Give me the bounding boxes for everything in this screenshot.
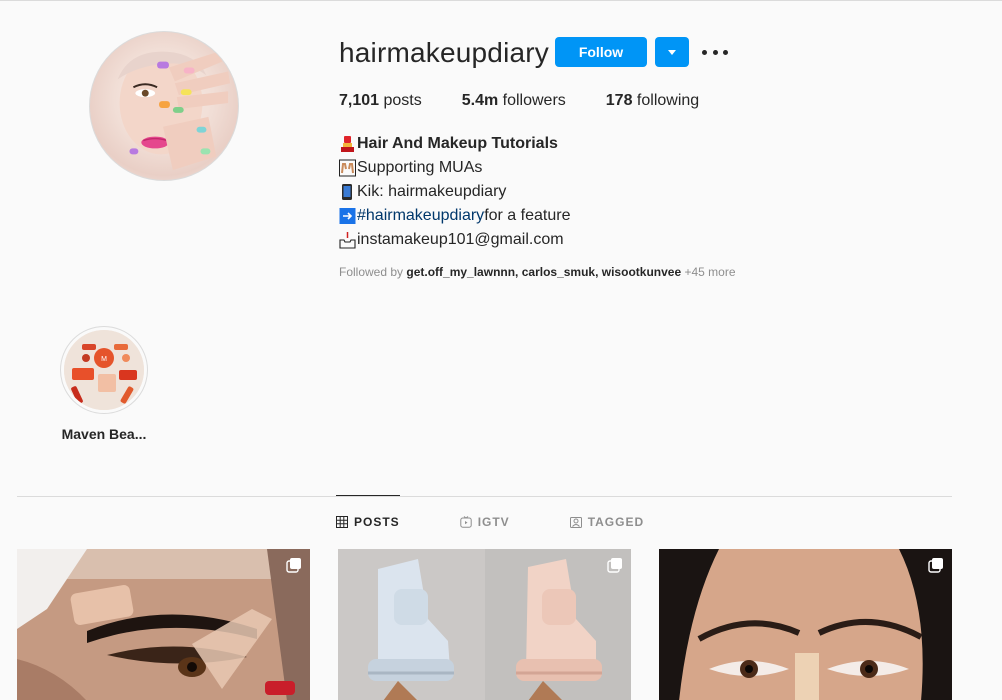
tagged-icon [569,516,582,528]
igtv-icon [459,516,472,528]
right-arrow-emoji-icon [339,207,356,225]
profile-username: hairmakeupdiary [339,37,549,68]
bio-name: Hair And Makeup Tutorials [357,135,558,152]
highlight-ring: M [60,326,148,414]
post-image [659,549,952,700]
carousel-icon [286,557,302,573]
followers-link[interactable]: 5.4m followers [462,92,566,110]
svg-text:M: M [101,356,107,363]
hashtag-link[interactable]: #hairmakeupdiary [357,204,484,228]
highlight-label: Maven Bea... [61,426,147,442]
bio-line-feature: for a feature [484,207,571,224]
posts-count: 7,101 posts [339,92,422,109]
suggested-accounts-dropdown-button[interactable] [655,37,689,67]
bio-line-kik: Kik: hairmakeupdiary [357,183,507,200]
carousel-icon [928,557,944,573]
followed-by-names[interactable]: get.off_my_lawnnn, carlos_smuk, wisootku… [406,265,681,279]
profile-avatar[interactable] [89,31,239,181]
post-thumbnail[interactable] [659,549,952,700]
post-image [338,549,631,700]
mobile-phone-emoji-icon [339,183,356,201]
profile-photo [117,51,231,171]
highlight-cover-image: M [64,330,144,410]
post-thumbnail[interactable] [17,549,310,700]
caret-down-icon [668,49,676,55]
raising-hands-emoji-icon [339,159,356,177]
followed-by-text[interactable]: Followed by get.off_my_lawnnn, carlos_sm… [339,265,736,279]
tab-igtv[interactable]: IGTV [459,496,510,548]
more-options-icon[interactable] [702,41,728,63]
follow-button[interactable]: Follow [555,37,647,67]
bio-line-supporting: Supporting MUAs [357,159,483,176]
following-link[interactable]: 178 following [606,92,699,110]
bio-email: instamakeup101@gmail.com [357,231,564,248]
profile-bio: Hair And Makeup Tutorials Supporting MUA… [339,132,570,252]
post-image [17,549,310,700]
lipstick-emoji-icon [339,135,356,153]
tab-tagged[interactable]: TAGGED [569,496,644,548]
inbox-tray-emoji-icon [339,231,356,249]
profile-tabs: POSTS IGTV TAGGED [336,495,704,548]
story-highlight[interactable]: M Maven Bea... [58,326,150,442]
profile-stats: 7,101 posts 5.4m followers 178 following [339,92,739,110]
post-thumbnail[interactable] [338,549,631,700]
grid-icon [336,516,348,528]
carousel-icon [607,557,623,573]
tab-posts[interactable]: POSTS [336,495,400,548]
